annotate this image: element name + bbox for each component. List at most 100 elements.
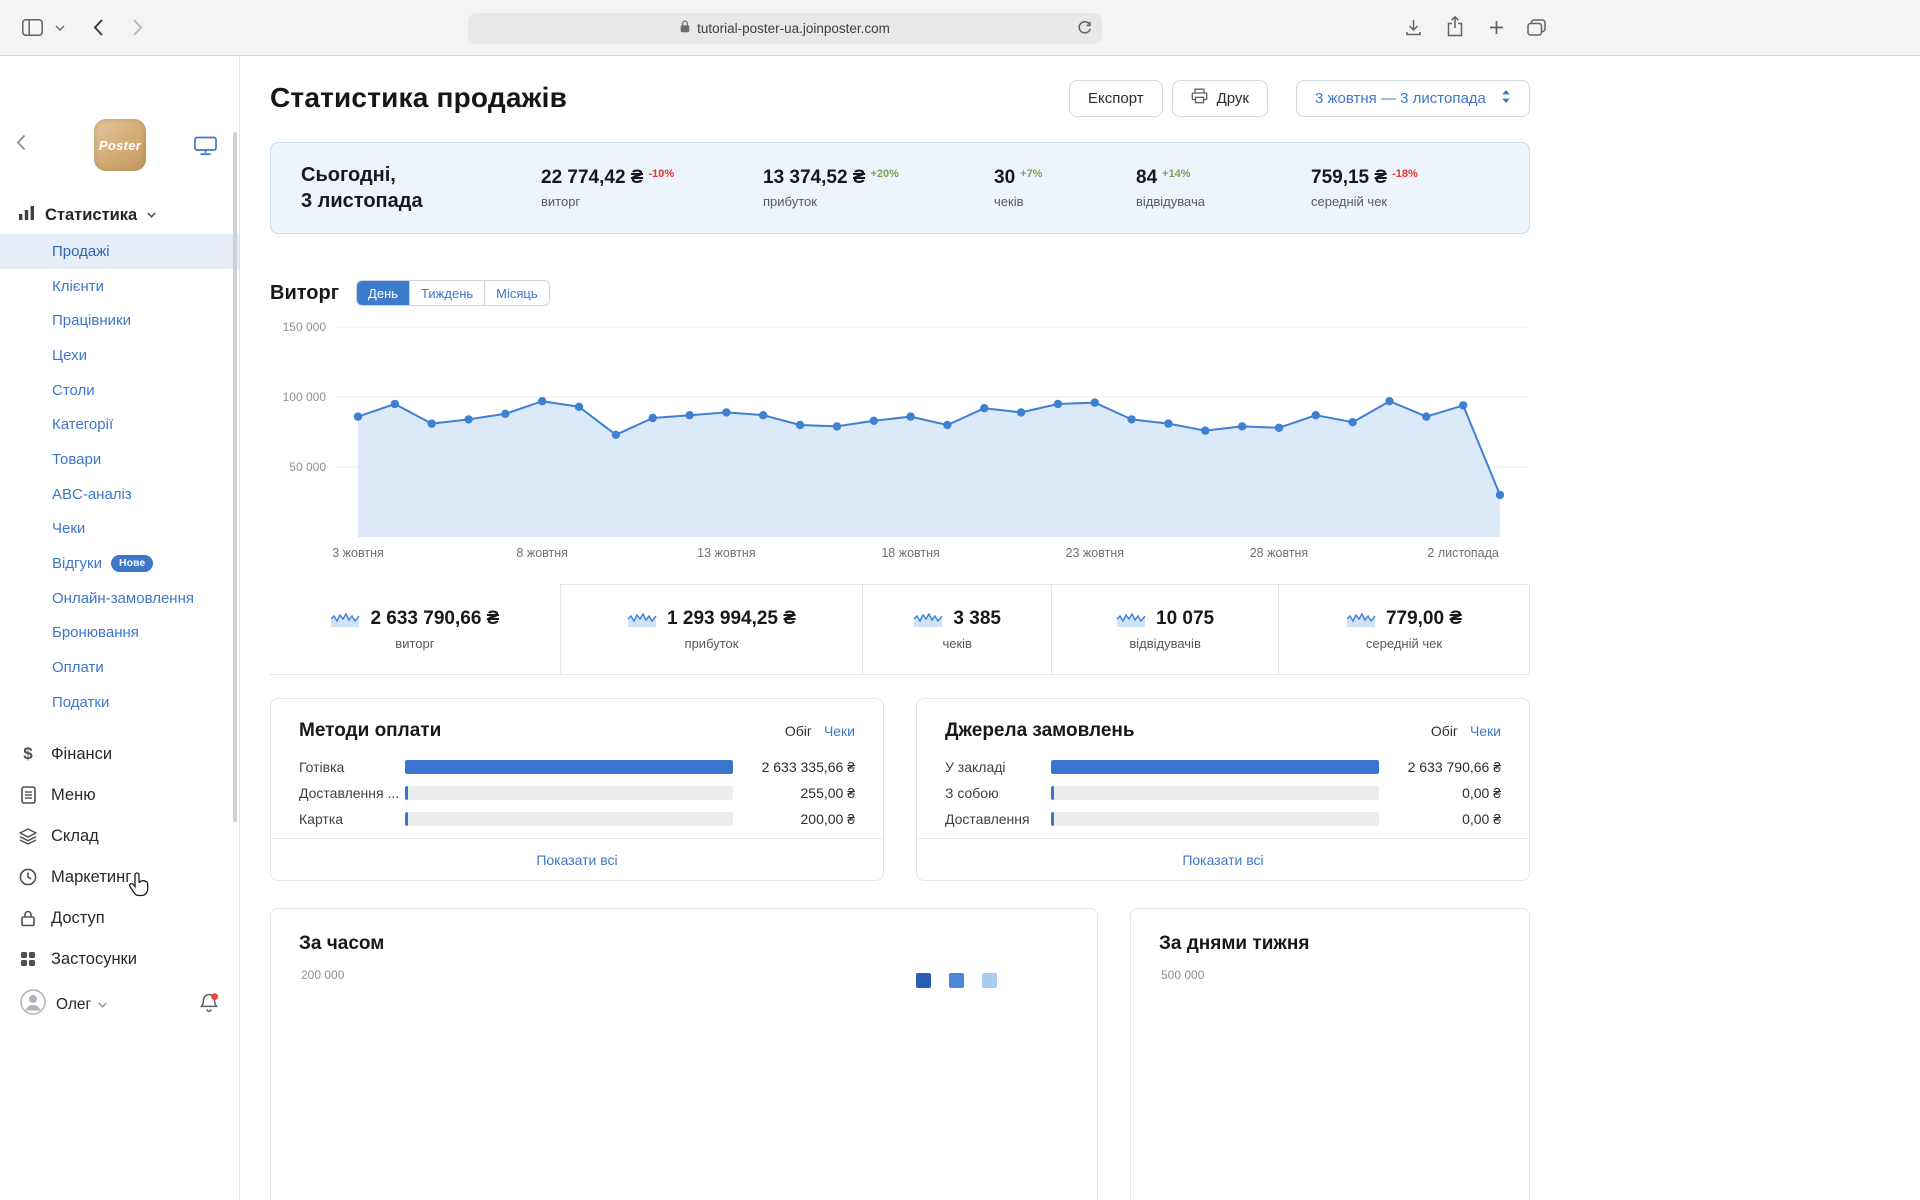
export-button[interactable]: Експорт: [1069, 79, 1163, 117]
payment-row: Доставлення ... 255,00 ₴: [299, 785, 855, 801]
by-time-card: За часом 200 000: [270, 908, 1098, 1200]
sidebar-toggle-icon[interactable]: [22, 19, 43, 36]
chart-legend: [916, 973, 997, 988]
today-metric-visitors: 84 +14% відвідувача: [1136, 167, 1205, 209]
sidebar-item-vidhuky[interactable]: Відгуки Нове: [0, 546, 239, 581]
legend-swatch: [949, 973, 964, 988]
tab-week[interactable]: Тиждень: [409, 281, 484, 305]
warehouse-layers-icon: [18, 827, 38, 845]
sidebar-item-online-zamovlennya[interactable]: Онлайн-замовлення: [0, 581, 239, 616]
today-metric-revenue: 22 774,42 ₴ -10% виторг: [541, 167, 675, 209]
tabs-overview-button[interactable]: [1527, 19, 1546, 36]
tab-group-chevron-icon[interactable]: [55, 25, 65, 31]
forward-button[interactable]: [132, 18, 144, 37]
sidebar-scrollbar[interactable]: [233, 132, 237, 822]
sidebar-nav: Статистика Продажі Клієнти Працівники Це…: [0, 168, 239, 1028]
tab-month[interactable]: Місяць: [484, 281, 548, 305]
toggle-turnover[interactable]: Обіг: [785, 723, 812, 739]
sidebar-item-cheky[interactable]: Чеки: [0, 512, 239, 547]
sidebar-item-prodazhi[interactable]: Продажі: [0, 234, 239, 269]
totals-row: 2 633 790,66 ₴ виторг 1 293 994,25 ₴ при…: [270, 584, 1530, 675]
sidebar-item-podatky[interactable]: Податки: [0, 685, 239, 720]
y-axis-label: 500 000: [1161, 968, 1205, 982]
user-menu[interactable]: Олег: [0, 982, 239, 1028]
svg-text:3 жовтня: 3 жовтня: [332, 546, 384, 560]
sidebar-item-menu[interactable]: Меню: [0, 775, 239, 816]
revenue-chart-title: Виторг: [270, 281, 340, 304]
notifications-bell-icon[interactable]: [199, 992, 219, 1018]
poster-logo-text: Poster: [98, 137, 142, 153]
terminal-monitor-icon[interactable]: [194, 136, 217, 161]
bar-fill: [1051, 760, 1379, 774]
print-button[interactable]: Друк: [1171, 79, 1268, 117]
payment-row: Готівка 2 633 335,66 ₴: [299, 759, 855, 775]
sidebar-item-bronyuvannya[interactable]: Бронювання: [0, 616, 239, 651]
show-all-link[interactable]: Показати всі: [271, 838, 883, 880]
sidebar-item-stoly[interactable]: Столи: [0, 373, 239, 408]
sidebar-item-oplaty[interactable]: Оплати: [0, 650, 239, 685]
toggle-turnover[interactable]: Обіг: [1431, 723, 1458, 739]
lock-icon: [680, 19, 690, 38]
legend-swatch: [916, 973, 931, 988]
card-title: Методи оплати: [299, 720, 442, 741]
new-tab-button[interactable]: [1489, 20, 1504, 35]
metric-delta: -10%: [648, 168, 675, 180]
sidebar-item-sklad[interactable]: Склад: [0, 816, 239, 857]
total-avg-check-cell[interactable]: 779,00 ₴ середній чек: [1277, 584, 1530, 675]
svg-text:150 000: 150 000: [283, 320, 327, 334]
total-checks-cell[interactable]: 3 385 чеків: [862, 584, 1052, 675]
source-row: З собою 0,00 ₴: [945, 785, 1501, 801]
bar-track: [1051, 786, 1379, 800]
svg-text:23 жовтня: 23 жовтня: [1066, 546, 1124, 560]
metric-delta: -18%: [1392, 168, 1418, 180]
revenue-chart[interactable]: 50 000 100 000 150 000 3 жовтня 8 жовтня 13 ж…: [270, 313, 1530, 565]
total-profit-cell[interactable]: 1 293 994,25 ₴ прибуток: [559, 584, 863, 675]
sidebar-collapse-icon[interactable]: [16, 134, 26, 156]
sidebar-item-katehoriyi[interactable]: Категорії: [0, 407, 239, 442]
menu-doc-icon: [18, 786, 38, 804]
metric-delta: +14%: [1162, 168, 1191, 180]
period-segmented-control: День Тиждень Місяць: [356, 280, 550, 306]
card-title: Джерела замовлень: [945, 720, 1135, 741]
access-lock-icon: [18, 909, 38, 927]
sidebar-item-zastosunky[interactable]: Застосунки: [0, 939, 239, 980]
back-button[interactable]: [92, 18, 104, 37]
sidebar: Poster Статистика Продажі Клієнти Праців…: [0, 56, 240, 1200]
svg-text:13 жовтня: 13 жовтня: [697, 546, 755, 560]
sidebar-item-finansy[interactable]: $ Фінанси: [0, 734, 239, 775]
apps-grid-icon: [18, 951, 38, 967]
by-weekday-card: За днями тижня 500 000: [1130, 908, 1530, 1200]
metric-delta: +7%: [1020, 168, 1043, 180]
downloads-button[interactable]: [1405, 19, 1422, 37]
toggle-checks[interactable]: Чеки: [1470, 723, 1501, 739]
sidebar-item-tsekhy[interactable]: Цехи: [0, 338, 239, 373]
total-visitors-cell[interactable]: 10 075 відвідувачів: [1051, 584, 1278, 675]
address-bar[interactable]: tutorial-poster-ua.joinposter.com: [468, 13, 1102, 44]
sidebar-item-dostup[interactable]: Доступ: [0, 898, 239, 939]
sparkline-icon: [1116, 612, 1146, 627]
reload-icon[interactable]: [1077, 20, 1092, 41]
show-all-link[interactable]: Показати всі: [917, 838, 1529, 880]
chevron-down-icon: [98, 1002, 107, 1008]
share-button[interactable]: [1447, 16, 1463, 37]
svg-text:100 000: 100 000: [283, 390, 327, 404]
today-metric-avg-check: 759,15 ₴ -18% середній чек: [1311, 167, 1418, 209]
sidebar-item-kliyenty[interactable]: Клієнти: [0, 269, 239, 304]
bar-fill: [405, 760, 733, 774]
sidebar-item-tovary[interactable]: Товари: [0, 442, 239, 477]
today-metric-profit: 13 374,52 ₴ +20% прибуток: [763, 167, 899, 209]
tab-day[interactable]: День: [357, 281, 410, 305]
url-text: tutorial-poster-ua.joinposter.com: [697, 21, 890, 36]
date-range-select[interactable]: 3 жовтня — 3 листопада: [1296, 79, 1530, 117]
sidebar-item-pratsivnyky[interactable]: Працівники: [0, 303, 239, 338]
sidebar-group-statistics[interactable]: Статистика: [0, 196, 239, 234]
sidebar-item-marketynh[interactable]: Маркетинг: [0, 857, 239, 898]
bar-track: [1051, 812, 1379, 826]
chevron-down-icon: [147, 212, 156, 218]
poster-logo[interactable]: Poster: [94, 119, 146, 171]
today-metric-checks: 30 +7% чеків: [994, 167, 1043, 209]
today-title: Сьогодні, 3 листопада: [301, 164, 423, 212]
sidebar-item-abc-analiz[interactable]: ABC-аналіз: [0, 477, 239, 512]
toggle-checks[interactable]: Чеки: [824, 723, 855, 739]
total-revenue-cell[interactable]: 2 633 790,66 ₴ виторг: [270, 584, 560, 675]
